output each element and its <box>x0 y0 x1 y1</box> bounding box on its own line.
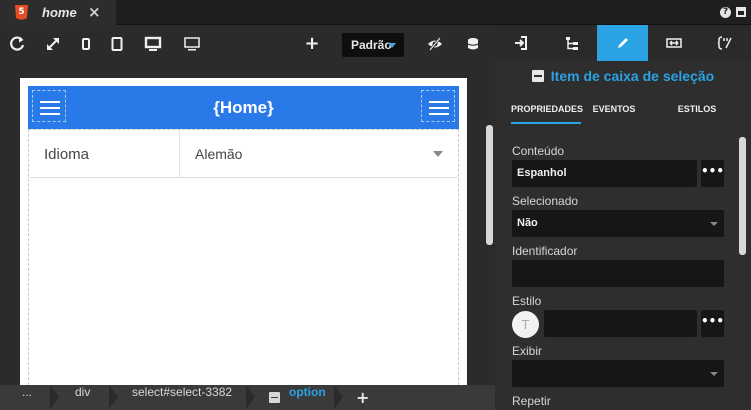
chevron-down-icon <box>433 151 443 157</box>
refresh-icon[interactable] <box>8 35 26 53</box>
style-label: Estilo <box>512 294 542 308</box>
device-preview: {Home} Idioma Alemão <box>20 78 467 385</box>
style-preview[interactable]: T <box>512 311 539 338</box>
list-item-icon <box>531 70 544 82</box>
app-header[interactable]: {Home} <box>28 86 459 129</box>
tab-bar: 5 home × ? <box>0 0 751 25</box>
tablet-icon[interactable] <box>108 35 126 53</box>
tab-code[interactable] <box>699 25 750 61</box>
select-label: Idioma <box>44 146 90 163</box>
device-toolbar: + Padrão <box>0 25 495 65</box>
breadcrumb-div[interactable]: div <box>75 385 90 410</box>
design-canvas[interactable]: {Home} Idioma Alemão <box>0 65 495 385</box>
profile-dropdown-label: Padrão <box>351 38 392 52</box>
panel-tabs <box>495 25 751 61</box>
panel-scrollbar[interactable] <box>739 137 746 255</box>
list-item-icon <box>269 392 280 403</box>
breadcrumb-root[interactable]: ... <box>22 385 32 410</box>
maximize-icon[interactable] <box>736 7 746 17</box>
identifier-label: Identificador <box>512 244 578 258</box>
breadcrumb-separator <box>50 385 59 409</box>
content-label: Conteúdo <box>512 144 565 158</box>
breadcrumb-separator <box>246 385 255 409</box>
tab-resize[interactable] <box>648 25 699 61</box>
html5-icon: 5 <box>15 5 28 20</box>
selected-label: Selecionado <box>512 194 579 208</box>
chevron-down-icon <box>388 43 396 48</box>
select-divider <box>179 130 180 178</box>
menu-right-icon[interactable] <box>421 90 455 122</box>
tab-edit[interactable] <box>597 25 648 61</box>
tab-events[interactable]: EVENTOS <box>589 102 639 124</box>
tab-home[interactable]: 5 home × <box>0 0 116 25</box>
style-field[interactable] <box>544 310 697 337</box>
properties-panel: Item de caixa de seleção PROPRIEDADES EV… <box>495 25 751 410</box>
tab-properties[interactable]: PROPRIEDADES <box>511 102 583 124</box>
add-child-icon[interactable]: + <box>356 388 369 407</box>
database-icon[interactable] <box>464 35 482 53</box>
style-more-button[interactable]: ••• <box>701 310 724 337</box>
panel-title: Item de caixa de seleção <box>495 68 751 84</box>
language-select[interactable]: Idioma Alemão <box>29 130 458 178</box>
chevron-down-icon <box>710 372 718 376</box>
profile-dropdown[interactable]: Padrão <box>342 33 404 57</box>
breadcrumb-separator <box>334 385 343 409</box>
expand-icon[interactable] <box>44 35 62 53</box>
tab-enter[interactable] <box>495 25 546 61</box>
eye-off-icon[interactable] <box>426 35 444 53</box>
display-select[interactable] <box>512 360 724 387</box>
selected-value: Não <box>517 217 538 229</box>
tab-title: home <box>42 5 77 20</box>
content-field[interactable]: Espanhol <box>512 160 697 187</box>
panel-title-text: Item de caixa de seleção <box>550 68 715 84</box>
help-icon[interactable]: ? <box>720 7 731 18</box>
app-title: {Home} <box>213 98 274 117</box>
identifier-field[interactable] <box>512 260 724 287</box>
breadcrumb: ... div select#select-3382 option + <box>0 385 495 410</box>
monitor-icon[interactable] <box>183 35 201 53</box>
display-label: Exibir <box>512 344 543 358</box>
repeat-label: Repetir <box>512 394 551 408</box>
close-icon[interactable]: × <box>88 3 101 21</box>
breadcrumb-option[interactable]: option <box>289 385 326 410</box>
phone-icon[interactable] <box>77 35 95 53</box>
panel-subtabs: PROPRIEDADES EVENTOS ESTILOS <box>495 102 751 124</box>
chevron-down-icon <box>710 222 718 226</box>
content-container[interactable]: Idioma Alemão <box>28 129 459 385</box>
add-icon[interactable]: + <box>303 35 321 53</box>
selected-select[interactable]: Não <box>512 210 724 237</box>
tab-styles[interactable]: ESTILOS <box>673 102 721 124</box>
breadcrumb-select[interactable]: select#select-3382 <box>132 385 232 410</box>
desktop-icon[interactable] <box>144 35 162 53</box>
content-more-button[interactable]: ••• <box>701 160 724 187</box>
canvas-scrollbar[interactable] <box>486 125 493 245</box>
select-value: Alemão <box>195 146 243 162</box>
tab-tree[interactable] <box>546 25 597 61</box>
breadcrumb-separator <box>109 385 118 409</box>
